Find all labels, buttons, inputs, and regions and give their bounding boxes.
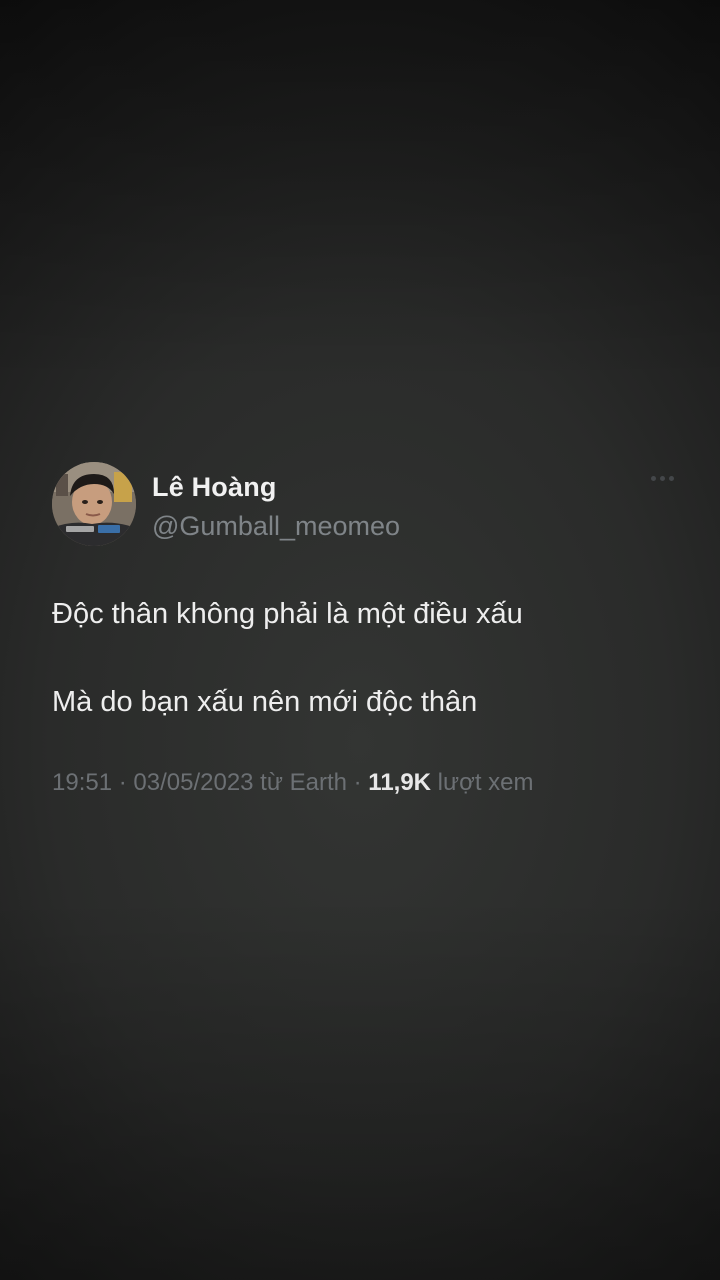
avatar[interactable] xyxy=(52,462,136,546)
more-dot xyxy=(669,476,674,481)
avatar-photo xyxy=(52,462,136,546)
tweet-line-2: Mà do bạn xấu nên mới độc thân xyxy=(52,686,478,718)
tweet-date[interactable]: 03/05/2023 xyxy=(133,769,253,796)
meta-separator: · xyxy=(112,769,134,796)
views-label: lượt xem xyxy=(431,769,534,796)
tweet-time[interactable]: 19:51 xyxy=(52,769,112,796)
more-dot xyxy=(651,476,656,481)
author-display-name[interactable]: Lê Hoàng xyxy=(152,470,400,504)
source-prefix: từ xyxy=(253,769,290,796)
author-names: Lê Hoàng @Gumball_meomeo xyxy=(152,462,400,544)
author-handle[interactable]: @Gumball_meomeo xyxy=(152,508,400,544)
tweet-header: Lê Hoàng @Gumball_meomeo xyxy=(52,462,682,546)
more-horizontal-icon[interactable] xyxy=(651,476,674,481)
tweet-source: Earth xyxy=(289,769,347,796)
tweet-card: Lê Hoàng @Gumball_meomeo Độc thân không … xyxy=(52,462,682,799)
tweet-line-1: Độc thân không phải là một điều xấu xyxy=(52,598,523,630)
views-count[interactable]: 11,9K xyxy=(368,769,431,796)
meta-separator: · xyxy=(346,769,369,796)
tweet-meta: 19:51 · 03/05/2023 từ Earth · 11,9K lượt… xyxy=(52,767,682,799)
more-dot xyxy=(660,476,665,481)
tweet-text: Độc thân không phải là một điều xấu Mà d… xyxy=(52,594,682,722)
